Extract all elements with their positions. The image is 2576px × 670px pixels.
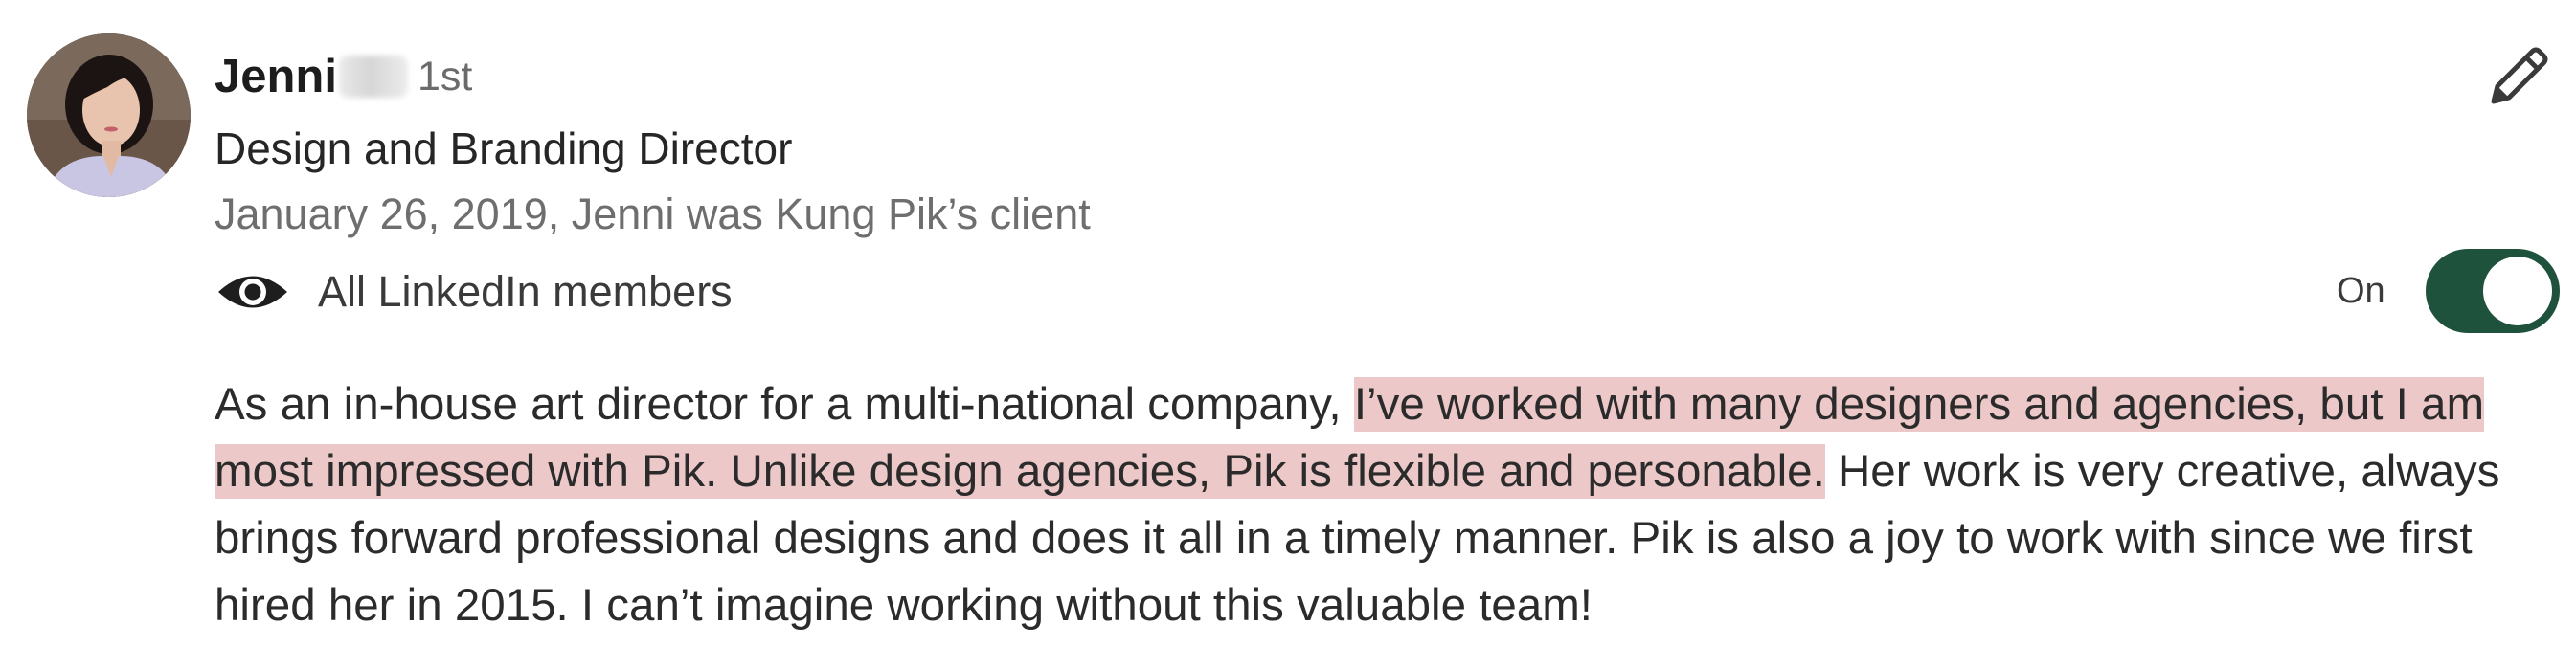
profile-photo-icon: [27, 34, 191, 197]
recommender-headline: Design and Branding Director: [215, 123, 793, 173]
connection-degree: 1st: [417, 53, 473, 100]
visibility-row: All LinkedIn members: [215, 260, 733, 324]
text-segment: Her work is very creative, always: [1824, 446, 2500, 497]
visibility-toggle[interactable]: [2425, 249, 2560, 333]
recommendation-card: Jenni 1st Design and Branding Director J…: [0, 0, 2576, 670]
name-redaction: [338, 56, 408, 98]
recommendation-line: As an in-house art director for a multi-…: [215, 371, 2561, 438]
toggle-state-label: On: [2337, 270, 2385, 311]
eye-icon: [215, 268, 291, 316]
name-row: Jenni 1st: [215, 46, 472, 107]
recommendation-line: brings forward professional designs and …: [215, 513, 2473, 564]
recommendation-line: hired her in 2015. I can’t imagine worki…: [215, 580, 1593, 631]
highlighted-text: most impressed with Pik. Unlike design a…: [215, 444, 1825, 499]
highlighted-text: I’ve worked with many designers and agen…: [1353, 377, 2485, 432]
recommendation-text: As an in-house art director for a multi-…: [215, 371, 2561, 639]
recommendation-meta: January 26, 2019, Jenni was Kung Pik’s c…: [215, 190, 1091, 238]
recommender-name[interactable]: Jenni: [215, 50, 337, 103]
recommendation-line: most impressed with Pik. Unlike design a…: [215, 438, 2561, 505]
visibility-toggle-group: On: [2337, 247, 2560, 335]
pencil-icon[interactable]: [2480, 40, 2555, 115]
visibility-label: All LinkedIn members: [318, 267, 733, 316]
text-segment: As an in-house art director for a multi-…: [215, 379, 1354, 430]
toggle-knob: [2482, 257, 2552, 325]
avatar[interactable]: [27, 34, 191, 197]
